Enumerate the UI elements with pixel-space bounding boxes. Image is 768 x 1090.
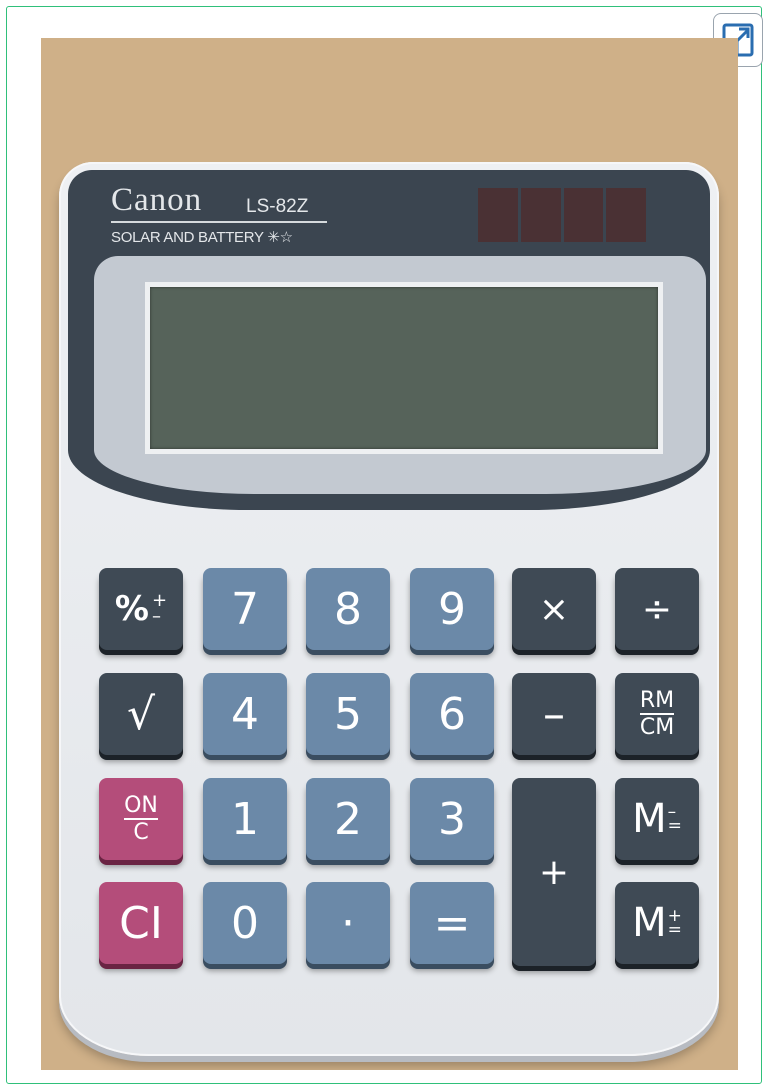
power-label: SOLAR AND BATTERY ✳☆ <box>111 229 293 246</box>
lcd-display <box>145 282 663 454</box>
percent-key[interactable]: % + – <box>99 568 183 650</box>
on-label: ON <box>124 792 158 820</box>
m-plus-bottom: = <box>667 920 682 940</box>
percent-symbol: % + – <box>115 589 167 629</box>
solar-cell <box>606 188 646 242</box>
cm-label: CM <box>639 714 675 740</box>
sqrt-key[interactable]: √ <box>99 673 183 755</box>
m-minus-label: M – = <box>632 796 682 842</box>
digit-1-key[interactable]: 1 <box>203 778 287 860</box>
solar-panel <box>478 188 646 242</box>
digit-5-key[interactable]: 5 <box>306 673 390 755</box>
minus-key[interactable]: – <box>512 673 596 755</box>
digit-0-key[interactable]: 0 <box>203 882 287 964</box>
percent-label: % <box>114 589 149 629</box>
multiply-key[interactable]: × <box>512 568 596 650</box>
solar-cell <box>478 188 518 242</box>
clear-key[interactable]: CI <box>99 882 183 964</box>
divide-key[interactable]: ÷ <box>615 568 699 650</box>
rm-label: RM <box>639 687 675 715</box>
memory-minus-key[interactable]: M – = <box>615 778 699 860</box>
plus-minus-symbol: + – <box>151 591 167 627</box>
plus-key[interactable]: + <box>512 778 596 966</box>
m-plus-sign: + = <box>667 907 682 940</box>
digit-3-key[interactable]: 3 <box>410 778 494 860</box>
memory-plus-key[interactable]: M + = <box>615 882 699 964</box>
brand-logo: Canon <box>111 182 203 218</box>
solar-cell <box>520 188 561 242</box>
m-minus-bottom: = <box>667 816 682 836</box>
percent-minus-label: – <box>151 606 161 627</box>
m-minus-sign: – = <box>667 803 682 836</box>
on-c-label: ON C <box>124 792 158 845</box>
digit-2-key[interactable]: 2 <box>306 778 390 860</box>
m-plus-label: M + = <box>632 900 682 946</box>
solar-cell <box>563 188 604 242</box>
digit-6-key[interactable]: 6 <box>410 673 494 755</box>
brand-divider <box>111 221 327 223</box>
digit-9-key[interactable]: 9 <box>410 568 494 650</box>
model-label: LS-82Z <box>246 196 309 217</box>
decimal-key[interactable]: · <box>306 882 390 964</box>
m-plus-letter: M <box>632 900 667 946</box>
m-minus-letter: M <box>632 796 667 842</box>
rm-cm-label: RM CM <box>639 687 675 740</box>
digit-7-key[interactable]: 7 <box>203 568 287 650</box>
equals-key[interactable]: = <box>410 882 494 964</box>
on-clear-key[interactable]: ON C <box>99 778 183 860</box>
digit-8-key[interactable]: 8 <box>306 568 390 650</box>
digit-4-key[interactable]: 4 <box>203 673 287 755</box>
c-label: C <box>133 819 149 845</box>
recall-memory-key[interactable]: RM CM <box>615 673 699 755</box>
applet-stage: Canon LS-82Z SOLAR AND BATTERY ✳☆ % + – … <box>41 38 738 1070</box>
